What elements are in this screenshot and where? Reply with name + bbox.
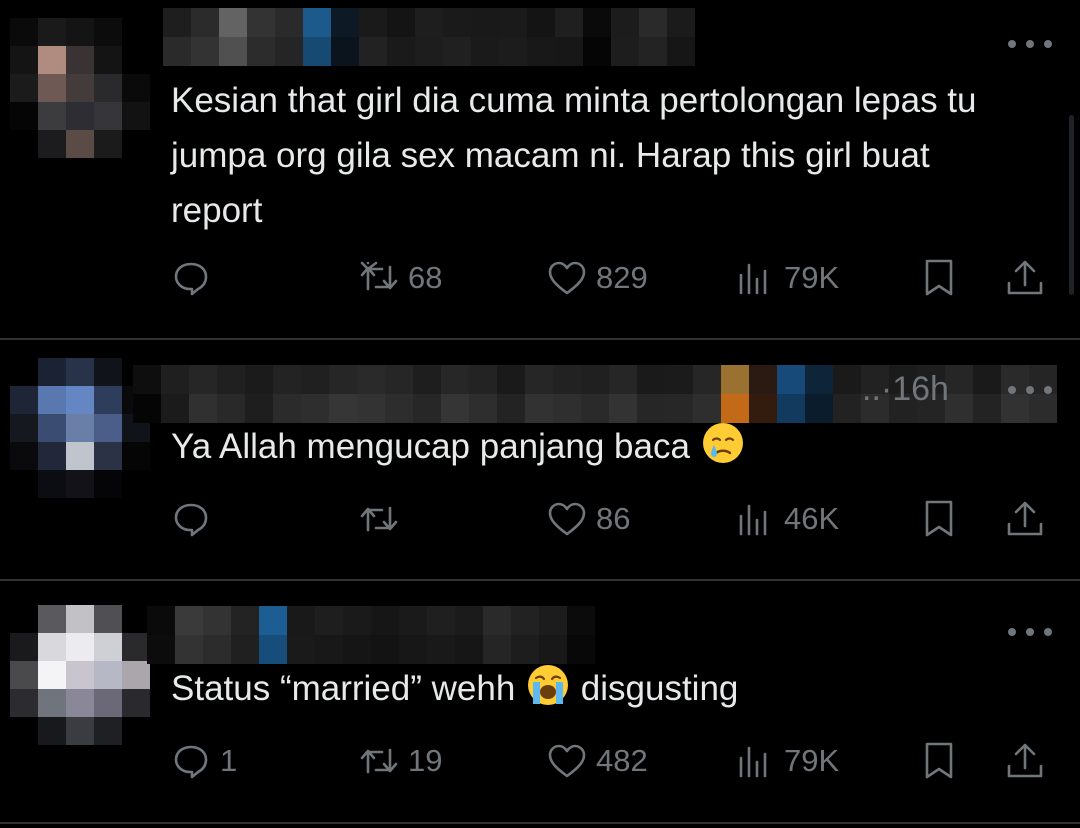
bookmark-button[interactable] — [916, 738, 962, 784]
repost-arrows-icon — [360, 506, 398, 532]
loudly-crying-face-icon — [528, 665, 569, 705]
share-upload-icon — [1007, 260, 1043, 295]
share-upload-icon — [1007, 743, 1043, 778]
repost-button[interactable] — [356, 496, 408, 542]
reply-item[interactable]: Kesian that girl dia cuma minta pertolon… — [0, 0, 1080, 338]
share-button[interactable] — [1002, 496, 1048, 542]
share-button[interactable] — [1002, 255, 1048, 301]
reply-text: Status “married” wehh disgusting — [171, 661, 1001, 716]
bookmark-button[interactable] — [916, 496, 962, 542]
repost-button[interactable]: 19 — [356, 738, 442, 784]
speech-bubble-icon — [174, 262, 208, 296]
reply-item[interactable]: Status “married” wehh disgusting 1 19 48… — [0, 581, 1080, 828]
views-button[interactable]: 46K — [732, 496, 839, 542]
heart-icon — [548, 502, 586, 536]
action-bar: 86 46K — [168, 496, 1058, 542]
author-name-redacted[interactable] — [147, 606, 595, 664]
more-icon[interactable] — [1008, 625, 1052, 639]
reply-text-content: Ya Allah mengucap panjang baca — [171, 427, 690, 466]
speech-bubble-icon — [174, 503, 208, 537]
views-button[interactable]: 79K — [732, 255, 839, 301]
heart-icon — [548, 261, 586, 295]
more-icon[interactable] — [1008, 37, 1052, 51]
like-button[interactable]: 829 — [544, 255, 648, 301]
reply-text-after: disgusting — [580, 669, 739, 708]
bookmark-icon — [925, 259, 953, 296]
bookmark-icon — [925, 500, 953, 537]
bar-chart-icon — [739, 746, 767, 778]
reply-text-before: Status “married” wehh — [171, 669, 516, 708]
speech-bubble-icon — [174, 745, 208, 779]
bar-chart-icon — [739, 504, 767, 536]
name-truncation: .. — [862, 370, 881, 408]
divider — [0, 822, 1080, 824]
like-button[interactable]: 482 — [544, 738, 648, 784]
more-icon[interactable] — [1008, 383, 1052, 397]
reply-item[interactable]: ..·16h Ya Allah mengucap panjang baca 86… — [0, 340, 1080, 579]
reply-button[interactable]: 1 — [168, 738, 237, 784]
bookmark-icon — [925, 742, 953, 779]
timestamp: ·16h — [880, 370, 949, 408]
views-button[interactable]: 79K — [732, 738, 839, 784]
author-name-redacted[interactable] — [163, 8, 695, 66]
reply-button[interactable] — [168, 496, 220, 542]
action-bar: 1 19 482 79K — [168, 738, 1058, 784]
avatar[interactable] — [10, 358, 150, 498]
reply-button[interactable] — [168, 255, 220, 301]
repost-arrows-icon — [360, 261, 398, 291]
share-button[interactable] — [1002, 738, 1048, 784]
bookmark-button[interactable] — [916, 255, 962, 301]
scrollbar[interactable] — [1069, 115, 1074, 295]
repost-arrows-icon — [360, 748, 398, 774]
post-time[interactable]: ..·16h — [862, 370, 949, 409]
like-button[interactable]: 86 — [544, 496, 630, 542]
reply-text: Ya Allah mengucap panjang baca — [171, 419, 1001, 474]
bar-chart-icon — [739, 263, 767, 295]
action-bar: 68 829 79K — [168, 255, 1058, 301]
avatar[interactable] — [10, 605, 150, 745]
heart-icon — [548, 744, 586, 778]
reply-text: Kesian that girl dia cuma minta pertolon… — [171, 81, 977, 230]
crying-face-icon — [702, 423, 743, 463]
share-upload-icon — [1007, 501, 1043, 536]
avatar[interactable] — [10, 18, 150, 158]
repost-button[interactable]: 68 — [356, 255, 442, 301]
